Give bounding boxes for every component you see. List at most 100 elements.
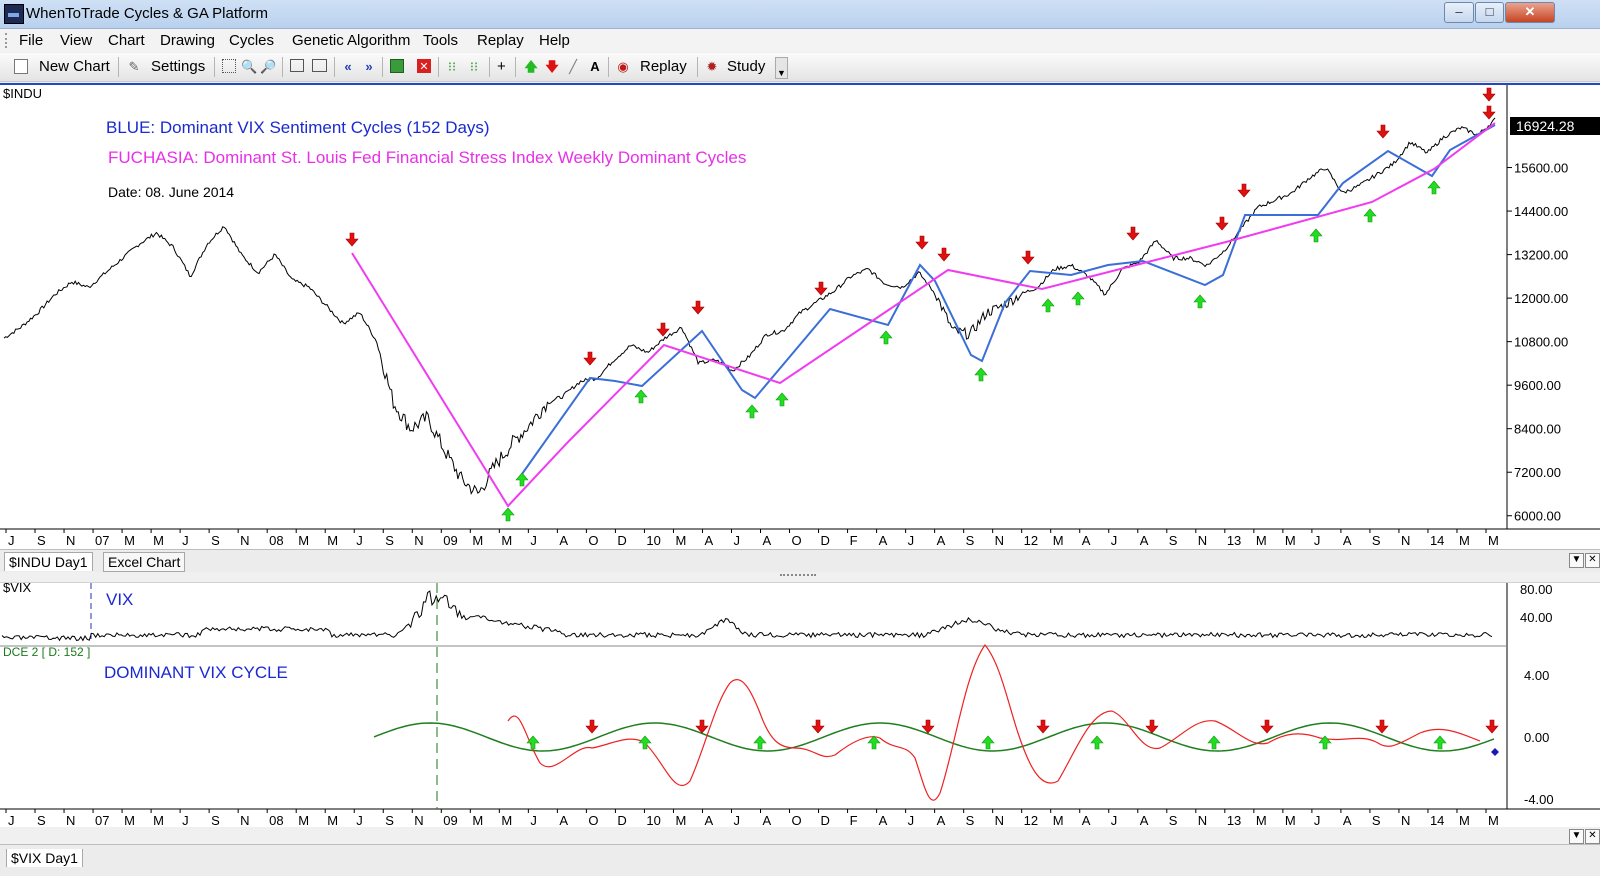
time-tick-label: J <box>1314 533 1321 548</box>
time-tick-label: D <box>617 533 626 548</box>
time-tick-label: M <box>472 813 483 827</box>
up-arrow-icon[interactable]: 🡅 <box>523 59 539 75</box>
time-tick-label: M <box>124 533 135 548</box>
time-tick-label: 09 <box>443 533 457 548</box>
price-tick-label: 6000.00 <box>1514 509 1561 524</box>
time-tick-label: M <box>298 533 309 548</box>
down-arrow-marker <box>656 322 670 337</box>
time-tick-label: J <box>530 533 537 548</box>
subpanel-close-icon[interactable]: ✕ <box>1585 829 1600 844</box>
tab-excel-chart[interactable]: Excel Chart <box>103 552 186 572</box>
scroll-left-icon[interactable]: « <box>340 59 356 75</box>
time-tick-label: M <box>1488 813 1499 827</box>
vix-chart[interactable]: $VIX VIX 80.00 40.00 DCE 2 [ D: 152 ] DO… <box>0 583 1600 827</box>
crosshair-button[interactable]: + <box>497 56 506 77</box>
up-arrow-marker <box>1071 291 1085 306</box>
menu-help[interactable]: Help <box>539 32 570 49</box>
time-tick-label: J <box>733 533 740 548</box>
subpanel-dropdown-icon[interactable]: ▼ <box>1569 829 1584 844</box>
time-tick-label: O <box>588 813 598 827</box>
price-tick-label: 13200.00 <box>1514 248 1568 263</box>
time-tick-label: M <box>1459 813 1470 827</box>
menu-replay[interactable]: Replay <box>477 32 524 49</box>
price-chart[interactable]: $INDU BLUE: Dominant VIX Sentiment Cycle… <box>0 85 1600 548</box>
down-arrow-marker <box>1145 719 1159 734</box>
maximize-button[interactable]: □ <box>1475 2 1504 23</box>
toolbar-separator <box>382 57 383 77</box>
panel-dropdown-icon[interactable]: ▼ <box>1569 553 1584 568</box>
time-tick-label: N <box>66 813 75 827</box>
bars-icon[interactable]: ⁝⁝ <box>444 59 460 75</box>
scroll-right-icon[interactable]: » <box>361 59 377 75</box>
zoom-in-icon[interactable]: 🔍 <box>241 59 257 75</box>
time-tick-label: A <box>1140 533 1149 548</box>
time-tick-label: M <box>124 813 135 827</box>
time-tick-label: 12 <box>1024 813 1038 827</box>
time-tick-label: S <box>385 533 394 548</box>
time-tick-label: S <box>385 813 394 827</box>
up-arrow-marker <box>1433 735 1447 750</box>
current-point-marker <box>1491 748 1499 756</box>
menu-view[interactable]: View <box>60 32 92 49</box>
study-button[interactable]: Study <box>727 56 765 77</box>
vix-label: VIX <box>106 590 133 609</box>
price-line <box>3 117 1496 495</box>
replay-button[interactable]: Replay <box>640 56 687 77</box>
text-tool-icon[interactable]: A <box>587 59 603 75</box>
cycle-tick-minus4: -4.00 <box>1524 792 1554 807</box>
time-tick-label: A <box>1343 533 1352 548</box>
menu-tools[interactable]: Tools <box>423 32 458 49</box>
down-arrow-marker <box>1215 216 1229 231</box>
up-arrow-marker <box>501 507 515 522</box>
down-arrow-marker <box>1126 226 1140 241</box>
remove-study-icon[interactable]: ✕ <box>417 59 431 73</box>
time-tick-label: S <box>966 533 975 548</box>
toolbar-separator <box>489 57 490 77</box>
zoom-out-icon[interactable]: 🔎 <box>260 59 276 75</box>
menu-drawing[interactable]: Drawing <box>160 32 215 49</box>
close-button[interactable]: ✕ <box>1505 2 1555 23</box>
time-tick-label: S <box>37 533 46 548</box>
tab-indu-day1[interactable]: $INDU Day1 <box>4 552 93 571</box>
down-arrow-marker <box>1375 719 1389 734</box>
menu-genetic-algorithm[interactable]: Genetic Algorithm <box>292 32 410 49</box>
menu-cycles[interactable]: Cycles <box>229 32 274 49</box>
down-arrow-marker <box>1482 105 1496 120</box>
toolbar-separator <box>118 57 119 77</box>
trendline-icon[interactable]: ╱ <box>565 59 581 75</box>
time-tick-label: M <box>1053 533 1064 548</box>
down-arrow-marker <box>811 719 825 734</box>
panel-close-icon[interactable]: ✕ <box>1585 553 1600 568</box>
splitter-grip[interactable] <box>780 574 816 580</box>
bars-alt-icon[interactable]: ⁝⁝ <box>466 59 482 75</box>
price-tick-label: 15600.00 <box>1514 161 1568 176</box>
time-tick-label: J <box>356 813 363 827</box>
time-tick-label: J <box>530 813 537 827</box>
time-tick-label: J <box>908 813 915 827</box>
up-arrow-marker <box>981 735 995 750</box>
toolbar-overflow-icon[interactable]: ▼ <box>775 57 788 79</box>
menu-file[interactable]: File <box>19 32 43 49</box>
down-arrow-icon[interactable]: 🡇 <box>544 59 560 75</box>
cycle-tick-4: 4.00 <box>1524 668 1549 683</box>
menu-grip <box>5 33 9 48</box>
time-tick-label: M <box>1459 533 1470 548</box>
time-tick-label: M <box>327 813 338 827</box>
zoom-box-icon[interactable] <box>222 59 236 73</box>
minimize-button[interactable]: – <box>1444 2 1474 23</box>
up-arrow-marker <box>1041 298 1055 313</box>
menu-chart[interactable]: Chart <box>108 32 145 49</box>
price-tick-label: 9600.00 <box>1514 378 1561 393</box>
cycle-label: DOMINANT VIX CYCLE <box>104 663 288 682</box>
time-tick-label: 10 <box>646 533 660 548</box>
settings-button[interactable]: Settings <box>151 56 205 77</box>
add-study-icon[interactable] <box>390 59 404 73</box>
time-tick-label: A <box>937 533 946 548</box>
new-chart-button[interactable]: New Chart <box>39 56 110 77</box>
tab-vix-day1[interactable]: $VIX Day1 <box>6 849 83 867</box>
fit-icon[interactable] <box>312 59 327 72</box>
time-tick-label: M <box>153 533 164 548</box>
down-arrow-marker <box>921 719 935 734</box>
new-chart-icon <box>14 59 28 74</box>
window-icon[interactable] <box>290 59 304 72</box>
